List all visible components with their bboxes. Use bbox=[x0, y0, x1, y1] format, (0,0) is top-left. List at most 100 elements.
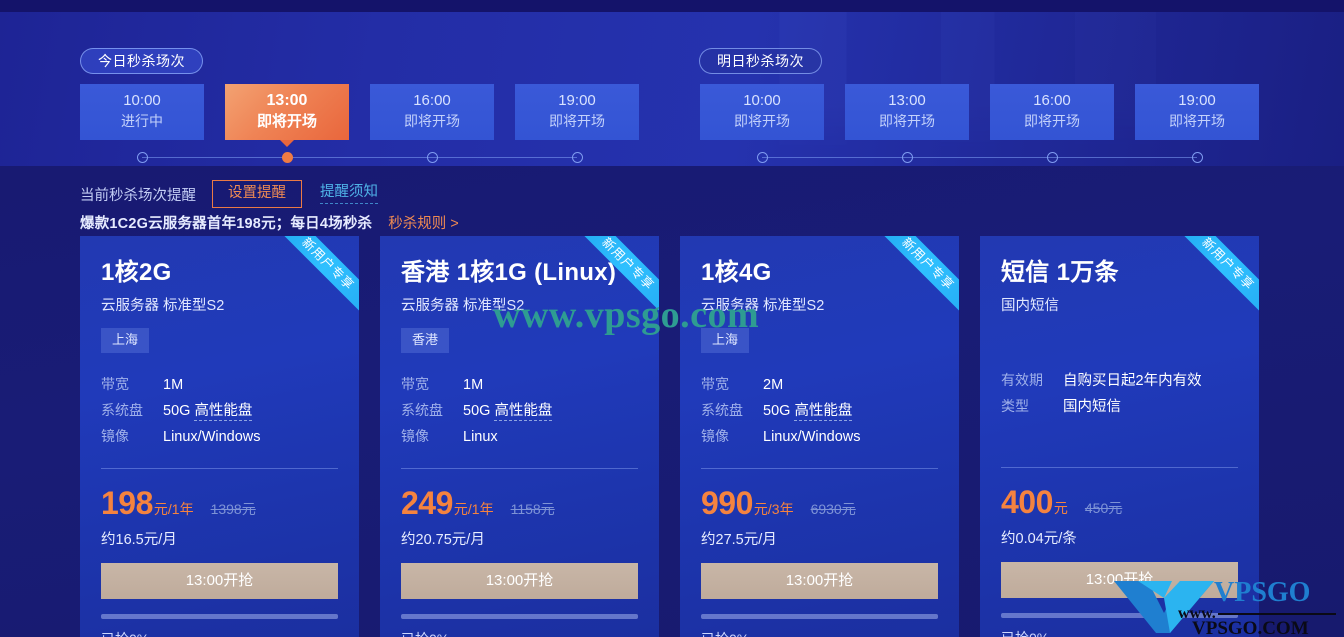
sold-percent-label: 已抢0% bbox=[1001, 628, 1238, 637]
timeline-dot-today-1900[interactable] bbox=[571, 152, 583, 163]
product-card[interactable]: 新用户专享 短信 1万条 国内短信 有效期 自购买日起2年内有效 类型 国内短信 400 元 45… bbox=[980, 236, 1259, 637]
price-original: 1398元 bbox=[210, 501, 256, 517]
spec-key: 带宽 bbox=[701, 376, 729, 392]
session-header-band: 今日秒杀场次 明日秒杀场次 10:00 进行中 13:00 即将开场 16:00 即将开场… bbox=[0, 12, 1344, 166]
spec-value: 50G 高性能盘 bbox=[463, 403, 553, 421]
product-card[interactable]: 新用户专享 1核4G 云服务器 标准型S2 上海 带宽 2M 系统盘 50G 高性能盘 镜像 Li… bbox=[680, 236, 959, 637]
price-row: 198 元/1年 1398元 bbox=[101, 486, 338, 520]
stock-progress-bar bbox=[701, 614, 938, 619]
reminder-bar: 当前秒杀场次提醒 设置提醒 提醒须知 bbox=[80, 180, 378, 208]
stock-progress-bar bbox=[1001, 613, 1238, 618]
session-time: 16:00 bbox=[1033, 92, 1071, 109]
session-tab-tomorrow-1300[interactable]: 13:00 即将开场 bbox=[845, 84, 969, 140]
product-title: 1核2G bbox=[101, 259, 172, 286]
top-strip bbox=[0, 0, 1344, 12]
session-time: 10:00 bbox=[123, 92, 161, 109]
session-time: 16:00 bbox=[413, 92, 451, 109]
session-status: 即将开场 bbox=[1024, 113, 1080, 129]
session-tab-list: 10:00 进行中 13:00 即将开场 16:00 即将开场 19:00 即将开场 10:00… bbox=[0, 84, 1344, 147]
spec-value: 1M bbox=[463, 377, 484, 393]
timeline-track-tomorrow bbox=[762, 157, 1197, 158]
price-original: 450元 bbox=[1084, 500, 1123, 516]
session-status: 即将开场 bbox=[256, 113, 317, 130]
timeline-dot-today-1000[interactable] bbox=[136, 152, 148, 163]
spec-key: 系统盘 bbox=[401, 402, 443, 418]
buy-button[interactable]: 13:00开抢 bbox=[401, 563, 638, 599]
card-divider bbox=[701, 468, 938, 469]
product-title: 香港 1核1G (Linux) bbox=[401, 259, 617, 286]
card-divider bbox=[101, 468, 338, 469]
product-subtitle: 云服务器 标准型S2 bbox=[101, 298, 225, 314]
seckill-rules-link[interactable]: 秒杀规则 > bbox=[388, 212, 459, 233]
sold-percent-label: 已抢0% bbox=[401, 629, 638, 637]
spec-value: 1M bbox=[163, 377, 184, 393]
timeline-dot-tomorrow-1600[interactable] bbox=[1046, 152, 1058, 163]
spec-key: 系统盘 bbox=[701, 402, 743, 418]
session-status: 即将开场 bbox=[734, 113, 790, 129]
session-time: 13:00 bbox=[266, 92, 308, 109]
spec-value-dashed: 高性能盘 bbox=[194, 403, 253, 421]
product-title: 短信 1万条 bbox=[1001, 259, 1119, 286]
session-tab-tomorrow-1600[interactable]: 16:00 即将开场 bbox=[990, 84, 1114, 140]
buy-button[interactable]: 13:00开抢 bbox=[1001, 562, 1238, 598]
spec-key: 镜像 bbox=[401, 428, 429, 444]
timeline-dot-tomorrow-1000[interactable] bbox=[756, 152, 768, 163]
session-time: 19:00 bbox=[1178, 92, 1216, 109]
timeline-dot-tomorrow-1300[interactable] bbox=[901, 152, 913, 163]
session-timeline bbox=[0, 152, 1344, 164]
timeline-dot-tomorrow-1900[interactable] bbox=[1191, 152, 1203, 163]
spec-value: 50G 高性能盘 bbox=[163, 403, 253, 421]
spec-key: 有效期 bbox=[1001, 372, 1043, 388]
reminder-label: 当前秒杀场次提醒 bbox=[80, 187, 196, 204]
price-unit: 元/1年 bbox=[453, 501, 494, 517]
product-subtitle: 云服务器 标准型S2 bbox=[401, 298, 525, 314]
spec-value: 自购买日起2年内有效 bbox=[1063, 373, 1202, 389]
promo-bar: 爆款1C2G云服务器首年198元；每日4场秒杀 秒杀规则 > bbox=[80, 212, 459, 233]
product-region-badge: 香港 bbox=[401, 328, 450, 353]
spec-row: 镜像 Linux bbox=[401, 424, 638, 450]
reminder-notice-link[interactable]: 提醒须知 bbox=[320, 184, 378, 204]
session-status: 即将开场 bbox=[404, 113, 460, 129]
product-subtitle: 国内短信 bbox=[1001, 298, 1059, 314]
set-reminder-button[interactable]: 设置提醒 bbox=[212, 180, 302, 208]
price-original: 1158元 bbox=[510, 501, 555, 517]
today-sessions-pill: 今日秒杀场次 bbox=[80, 48, 203, 74]
today-sessions-label: 今日秒杀场次 bbox=[98, 53, 185, 69]
price-unit: 元/3年 bbox=[753, 501, 794, 517]
session-status: 即将开场 bbox=[879, 113, 935, 129]
session-tab-today-1000[interactable]: 10:00 进行中 bbox=[80, 84, 204, 140]
spec-value: 50G 高性能盘 bbox=[763, 403, 853, 421]
sold-percent-label: 已抢0% bbox=[701, 629, 938, 637]
session-tab-today-1300[interactable]: 13:00 即将开场 bbox=[225, 84, 349, 147]
spec-key: 镜像 bbox=[701, 428, 729, 444]
product-region-badge: 上海 bbox=[701, 328, 750, 353]
price-row: 249 元/1年 1158元 bbox=[401, 486, 638, 520]
card-divider bbox=[1001, 467, 1238, 468]
buy-button[interactable]: 13:00开抢 bbox=[701, 563, 938, 599]
session-tab-tomorrow-1000[interactable]: 10:00 即将开场 bbox=[700, 84, 824, 140]
spec-row: 有效期 自购买日起2年内有效 bbox=[1001, 368, 1238, 394]
product-card[interactable]: 新用户专享 1核2G 云服务器 标准型S2 上海 带宽 1M 系统盘 50G 高性能盘 镜像 Li… bbox=[80, 236, 359, 637]
promo-text: 爆款1C2G云服务器首年198元；每日4场秒杀 bbox=[80, 216, 373, 232]
price-per-month: 约27.5元/月 bbox=[701, 532, 777, 548]
price-amount: 400 bbox=[1001, 484, 1053, 520]
price-per-month: 约20.75元/月 bbox=[401, 532, 485, 548]
session-status: 进行中 bbox=[121, 113, 163, 129]
timeline-dot-today-1300[interactable] bbox=[281, 152, 293, 163]
spec-value: Linux/Windows bbox=[763, 429, 861, 445]
spec-row: 带宽 1M bbox=[401, 372, 638, 398]
session-tab-today-1600[interactable]: 16:00 即将开场 bbox=[370, 84, 494, 140]
product-region-badge: 上海 bbox=[101, 328, 150, 353]
timeline-dot-today-1600[interactable] bbox=[426, 152, 438, 163]
product-card[interactable]: 新用户专享 香港 1核1G (Linux) 云服务器 标准型S2 香港 带宽 1M 系统盘 5… bbox=[380, 236, 659, 637]
session-tab-tomorrow-1900[interactable]: 19:00 即将开场 bbox=[1135, 84, 1259, 140]
spec-key: 带宽 bbox=[401, 376, 429, 392]
product-subtitle: 云服务器 标准型S2 bbox=[701, 298, 825, 314]
spec-row: 系统盘 50G 高性能盘 bbox=[101, 398, 338, 424]
spec-row: 系统盘 50G 高性能盘 bbox=[401, 398, 638, 424]
buy-button[interactable]: 13:00开抢 bbox=[101, 563, 338, 599]
spec-list: 带宽 1M 系统盘 50G 高性能盘镜像 Linux bbox=[401, 372, 638, 450]
session-tab-today-1900[interactable]: 19:00 即将开场 bbox=[515, 84, 639, 140]
spec-value: 2M bbox=[763, 377, 784, 393]
price-amount: 198 bbox=[101, 485, 153, 521]
